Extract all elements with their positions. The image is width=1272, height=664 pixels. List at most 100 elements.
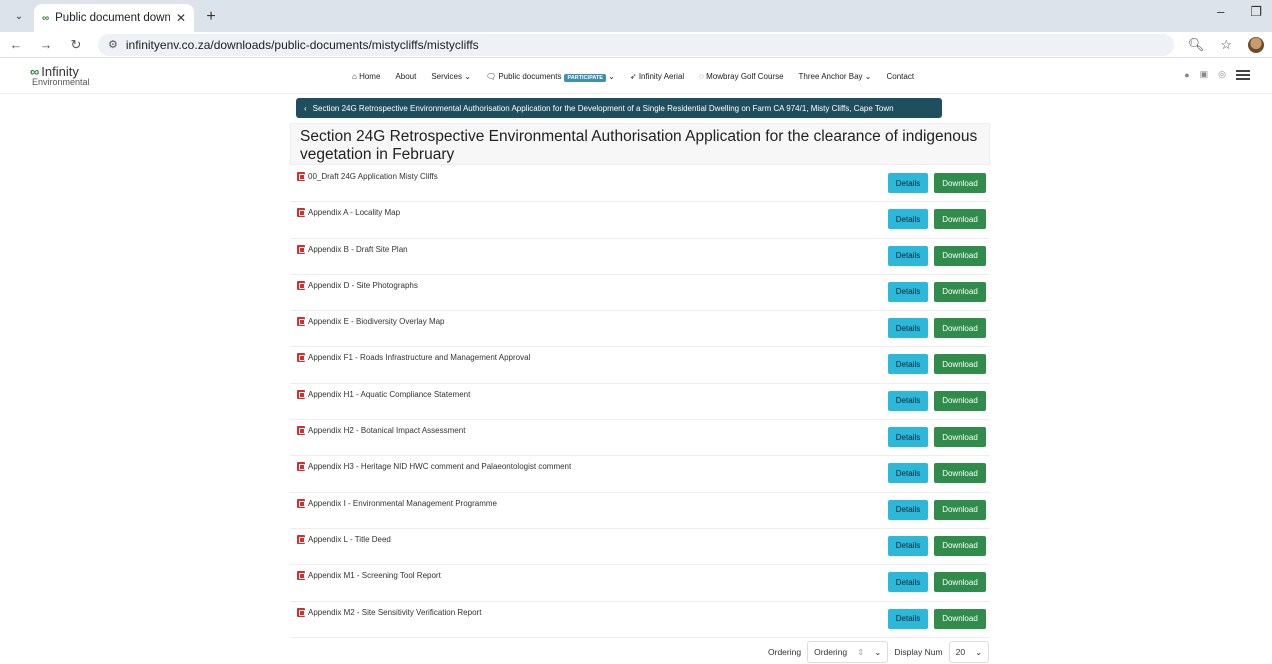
zoom-icon[interactable]: 🔍︎: [1188, 37, 1205, 53]
url-field[interactable]: ⚙ infinityenv.co.za/downloads/public-doc…: [98, 33, 1174, 56]
hamburger-menu-icon[interactable]: [1236, 69, 1250, 80]
pdf-icon: [297, 534, 305, 544]
facebook-icon[interactable]: ●: [1184, 70, 1189, 80]
document-link[interactable]: Appendix M2 - Site Sensitivity Verificat…: [297, 607, 481, 617]
document-link[interactable]: Appendix E - Biodiversity Overlay Map: [297, 317, 445, 327]
document-link[interactable]: Appendix H1 - Aquatic Compliance Stateme…: [297, 389, 471, 399]
details-button[interactable]: Details: [888, 245, 928, 266]
chevron-left-icon: ‹: [304, 103, 307, 113]
back-arrow-icon[interactable]: ←: [8, 37, 24, 52]
download-button[interactable]: Download: [934, 245, 986, 266]
pdf-icon: [297, 389, 305, 399]
url-text: infinityenv.co.za/downloads/public-docum…: [125, 37, 479, 52]
site-favicon-icon: ∞: [42, 12, 50, 24]
document-link[interactable]: Appendix D - Site Photographs: [297, 280, 418, 290]
document-title: Appendix L - Title Deed: [308, 534, 391, 544]
display-num-select[interactable]: 20 ⌄: [948, 641, 990, 663]
bookmark-star-icon[interactable]: ☆: [1220, 37, 1232, 53]
details-button[interactable]: Details: [888, 354, 928, 375]
site-info-icon[interactable]: ⚙: [108, 38, 118, 51]
chevron-down-icon: ⌄: [464, 71, 471, 81]
details-button[interactable]: Details: [888, 209, 928, 230]
tab-search-chevron-icon[interactable]: ⌄: [6, 3, 32, 29]
ordering-select[interactable]: Ordering ⇕ ⌄: [807, 641, 889, 663]
pdf-icon: [297, 208, 305, 218]
menu-infinity-aerial[interactable]: ➶ Infinity Aerial: [630, 72, 684, 81]
ordering-label: Ordering: [768, 647, 802, 657]
document-link[interactable]: Appendix B - Draft Site Plan: [297, 244, 408, 254]
download-button[interactable]: Download: [934, 390, 986, 411]
menu-services[interactable]: Services ⌄: [431, 72, 471, 81]
document-link[interactable]: Appendix L - Title Deed: [297, 534, 391, 544]
document-link[interactable]: Appendix M1 - Screening Tool Report: [297, 571, 441, 581]
display-num-value: 20: [955, 647, 966, 657]
document-title: Appendix E - Biodiversity Overlay Map: [308, 317, 445, 327]
profile-avatar[interactable]: [1248, 36, 1264, 53]
document-title: Appendix H3 - Heritage NID HWC comment a…: [308, 462, 572, 472]
document-row: Appendix D - Site Photographs Details Down…: [290, 275, 990, 312]
document-row: Appendix H1 - Aquatic Compliance Stateme…: [290, 384, 990, 421]
chat-icon: 🗨︎: [485, 71, 499, 81]
forward-arrow-icon[interactable]: →: [38, 37, 54, 52]
chevron-down-icon: ⌄: [608, 71, 615, 81]
document-row: Appendix E - Biodiversity Overlay Map Det…: [290, 311, 990, 348]
linkedin-icon[interactable]: ▣: [1200, 69, 1209, 80]
details-button[interactable]: Details: [888, 281, 928, 302]
chevron-down-icon: ⌄: [874, 646, 882, 657]
pdf-icon: [297, 244, 305, 254]
document-row: Appendix I - Environmental Management Pr…: [290, 493, 990, 529]
restore-icon[interactable]: ❐: [1250, 4, 1262, 20]
details-button[interactable]: Details: [888, 572, 928, 593]
menu-public-documents[interactable]: 🗨︎ Public documents PARTICIPATE ⌄: [485, 71, 615, 82]
new-tab-icon[interactable]: +: [198, 4, 224, 30]
download-button[interactable]: Download: [934, 535, 986, 556]
site-logo[interactable]: ∞ Infinity Environmental: [30, 65, 90, 87]
download-button[interactable]: Download: [934, 173, 986, 193]
menu-three-anchor-bay[interactable]: Three Anchor Bay ⌄: [799, 72, 872, 81]
details-button[interactable]: Details: [888, 535, 928, 556]
download-button[interactable]: Download: [934, 354, 986, 375]
document-link[interactable]: Appendix I - Environmental Management Pr…: [297, 498, 497, 508]
document-link[interactable]: Appendix A - Locality Map: [297, 208, 401, 218]
download-button[interactable]: Download: [934, 209, 986, 230]
close-tab-icon[interactable]: ✕: [176, 11, 186, 25]
document-title: Appendix H1 - Aquatic Compliance Stateme…: [308, 389, 471, 399]
document-link[interactable]: Appendix H2 - Botanical Impact Assessmen…: [297, 426, 465, 436]
details-button[interactable]: Details: [888, 608, 928, 629]
menu-about[interactable]: About: [395, 72, 416, 81]
download-button[interactable]: Download: [934, 318, 986, 339]
document-title: Appendix A - Locality Map: [308, 208, 401, 218]
download-button[interactable]: Download: [934, 499, 986, 520]
download-button[interactable]: Download: [934, 281, 986, 302]
menu-home[interactable]: ⌂ Home: [352, 72, 380, 81]
document-list: 00_Draft 24G Application Misty Cliffs Det…: [290, 166, 990, 638]
document-link[interactable]: Appendix H3 - Heritage NID HWC comment a…: [297, 462, 572, 472]
details-button[interactable]: Details: [888, 173, 928, 193]
details-button[interactable]: Details: [888, 318, 928, 339]
details-button[interactable]: Details: [888, 390, 928, 411]
download-button[interactable]: Download: [934, 572, 986, 593]
list-controls: Ordering Ordering ⇕ ⌄ Display Num 20 ⌄: [768, 641, 990, 663]
home-icon: ⌂: [352, 71, 360, 81]
send-icon: ➶: [629, 71, 639, 81]
document-link[interactable]: 00_Draft 24G Application Misty Cliffs: [297, 172, 438, 181]
details-button[interactable]: Details: [888, 427, 928, 448]
download-button[interactable]: Download: [934, 608, 986, 629]
minimize-icon[interactable]: –: [1217, 4, 1224, 20]
pdf-icon: [297, 462, 305, 472]
reload-icon[interactable]: ↻: [68, 37, 84, 53]
menu-contact[interactable]: Contact: [887, 72, 915, 81]
document-link[interactable]: Appendix F1 - Roads Infrastructure and M…: [297, 353, 530, 363]
pdf-icon: [297, 172, 305, 181]
menu-mowbray-golf-course[interactable]: ◌ Mowbray Golf Course: [699, 72, 783, 81]
ordering-value: Ordering: [814, 647, 848, 657]
details-button[interactable]: Details: [888, 499, 928, 520]
download-button[interactable]: Download: [934, 427, 986, 448]
browser-tab[interactable]: ∞ Public document downloads (a ✕: [34, 4, 194, 32]
pdf-icon: [297, 426, 305, 436]
details-button[interactable]: Details: [888, 463, 928, 484]
whatsapp-icon[interactable]: ◎: [1218, 69, 1226, 80]
parent-category-back-button[interactable]: ‹ Section 24G Retrospective Environmenta…: [296, 98, 942, 118]
download-button[interactable]: Download: [934, 463, 986, 484]
pdf-icon: [297, 607, 305, 617]
